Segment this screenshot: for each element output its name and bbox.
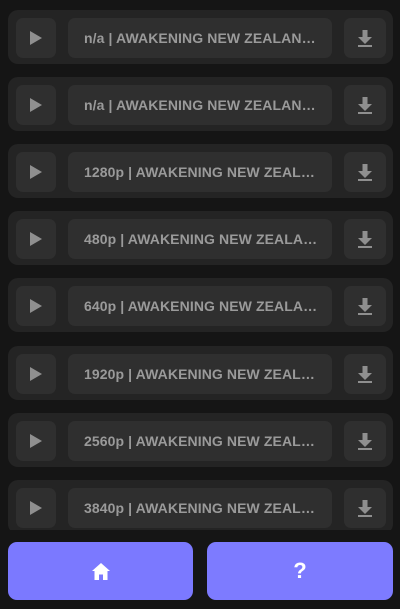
download-icon	[358, 163, 372, 181]
download-icon	[358, 499, 372, 517]
item-title: 1920p | AWAKENING NEW ZEALA...	[84, 366, 318, 382]
play-button[interactable]	[16, 152, 56, 192]
play-icon	[30, 31, 42, 45]
title-field[interactable]: n/a | AWAKENING NEW ZEALAND ...	[68, 85, 332, 125]
list-item: 640p | AWAKENING NEW ZEALAN...	[8, 278, 393, 332]
play-icon	[30, 98, 42, 112]
play-button[interactable]	[16, 488, 56, 528]
title-field[interactable]: 1920p | AWAKENING NEW ZEALA...	[68, 354, 332, 394]
media-list: n/a | AWAKENING NEW ZEALAND ... n/a | AW…	[0, 0, 400, 530]
download-icon	[358, 96, 372, 114]
title-field[interactable]: 640p | AWAKENING NEW ZEALAN...	[68, 286, 332, 326]
list-item: 480p | AWAKENING NEW ZEALAN...	[8, 211, 393, 265]
title-field[interactable]: 480p | AWAKENING NEW ZEALAN...	[68, 219, 332, 259]
play-icon	[30, 165, 42, 179]
title-field[interactable]: 3840p | AWAKENING NEW ZEALA...	[68, 488, 332, 528]
download-icon	[358, 230, 372, 248]
download-button[interactable]	[344, 421, 386, 461]
home-button[interactable]	[8, 542, 193, 600]
item-title: 2560p | AWAKENING NEW ZEALA...	[84, 433, 318, 449]
item-title: n/a | AWAKENING NEW ZEALAND ...	[84, 97, 318, 113]
item-title: 640p | AWAKENING NEW ZEALAN...	[84, 298, 318, 314]
list-item: n/a | AWAKENING NEW ZEALAND ...	[8, 77, 393, 131]
play-icon	[30, 434, 42, 448]
play-button[interactable]	[16, 85, 56, 125]
play-icon	[30, 232, 42, 246]
download-button[interactable]	[344, 354, 386, 394]
download-icon	[358, 365, 372, 383]
title-field[interactable]: 2560p | AWAKENING NEW ZEALA...	[68, 421, 332, 461]
download-button[interactable]	[344, 85, 386, 125]
list-item: n/a | AWAKENING NEW ZEALAND ...	[8, 10, 393, 64]
download-icon	[358, 432, 372, 450]
play-button[interactable]	[16, 421, 56, 461]
download-button[interactable]	[344, 286, 386, 326]
download-button[interactable]	[344, 18, 386, 58]
list-item: 3840p | AWAKENING NEW ZEALA...	[8, 480, 393, 530]
title-field[interactable]: 1280p | AWAKENING NEW ZEALA...	[68, 152, 332, 192]
question-mark-icon: ?	[293, 558, 307, 583]
item-title: 480p | AWAKENING NEW ZEALAN...	[84, 231, 318, 247]
list-item: 2560p | AWAKENING NEW ZEALA...	[8, 413, 393, 467]
play-icon	[30, 367, 42, 381]
item-title: 3840p | AWAKENING NEW ZEALA...	[84, 500, 318, 516]
list-item: 1920p | AWAKENING NEW ZEALA...	[8, 346, 393, 400]
download-button[interactable]	[344, 488, 386, 528]
play-button[interactable]	[16, 18, 56, 58]
play-button[interactable]	[16, 219, 56, 259]
play-button[interactable]	[16, 286, 56, 326]
play-icon	[30, 501, 42, 515]
download-icon	[358, 29, 372, 47]
home-icon	[91, 562, 110, 580]
download-button[interactable]	[344, 219, 386, 259]
title-field[interactable]: n/a | AWAKENING NEW ZEALAND ...	[68, 18, 332, 58]
play-icon	[30, 299, 42, 313]
item-title: n/a | AWAKENING NEW ZEALAND ...	[84, 30, 318, 46]
download-button[interactable]	[344, 152, 386, 192]
item-title: 1280p | AWAKENING NEW ZEALA...	[84, 164, 318, 180]
list-item: 1280p | AWAKENING NEW ZEALA...	[8, 144, 393, 198]
play-button[interactable]	[16, 354, 56, 394]
help-button[interactable]: ?	[207, 542, 393, 600]
download-icon	[358, 297, 372, 315]
